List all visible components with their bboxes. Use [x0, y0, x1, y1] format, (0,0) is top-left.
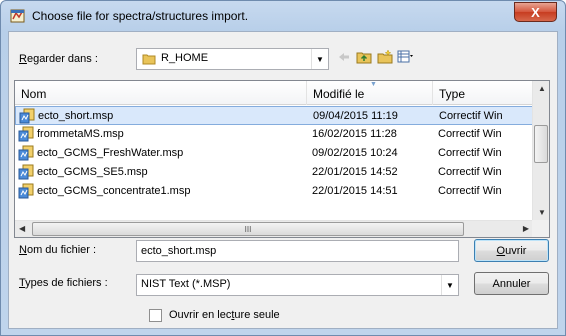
- folder-icon: [142, 54, 156, 65]
- msp-file-icon: [18, 183, 34, 199]
- cancel-button-label: Annuler: [492, 277, 531, 290]
- file-type: Correctif Win: [438, 166, 502, 178]
- list-header: Nom ▼ Modifié le Type: [15, 81, 535, 105]
- sort-descending-icon: ▼: [370, 81, 377, 88]
- up-folder-icon[interactable]: [356, 49, 372, 65]
- look-in-label: Regarder dans :: [19, 53, 98, 65]
- column-header-type[interactable]: Type: [433, 81, 535, 105]
- file-type: Correctif Win: [438, 185, 502, 197]
- close-icon: X: [531, 4, 540, 20]
- msp-file-icon: [18, 126, 34, 142]
- file-type: Correctif Win: [438, 128, 502, 140]
- window-title: Choose file for spectra/structures impor…: [32, 9, 249, 23]
- view-menu-icon[interactable]: [397, 49, 413, 65]
- scroll-down-icon[interactable]: ▼: [538, 208, 546, 217]
- readonly-label[interactable]: Ouvrir en lecture seule: [169, 309, 280, 321]
- open-button-label: Ouvrir: [496, 244, 527, 257]
- file-type: Correctif Win: [439, 110, 503, 122]
- column-header-modified-label: Modifié le: [313, 87, 365, 101]
- file-modified: 16/02/2015 11:28: [312, 128, 397, 140]
- chevron-down-icon[interactable]: ▼: [441, 275, 458, 295]
- file-list[interactable]: Nom ▼ Modifié le Type ecto_short.msp 09/0…: [14, 80, 550, 238]
- dialog-client-area: Regarder dans : R_HOME ▼ Nom ▼ Modifié l…: [8, 31, 558, 329]
- look-in-value: R_HOME: [161, 52, 209, 64]
- file-row[interactable]: ecto_GCMS_FreshWater.msp 09/02/2015 10:24…: [15, 144, 535, 163]
- file-modified: 22/01/2015 14:52: [312, 166, 398, 178]
- filename-input[interactable]: ecto_short.msp: [136, 240, 459, 262]
- app-icon: [10, 9, 25, 23]
- scroll-grip-icon: III: [244, 224, 252, 234]
- file-name: ecto_GCMS_concentrate1.msp: [37, 185, 191, 197]
- file-modified: 22/01/2015 14:51: [312, 185, 398, 197]
- column-header-modified[interactable]: ▼ Modifié le: [307, 81, 433, 105]
- column-header-type-label: Type: [439, 87, 466, 101]
- horizontal-scroll-thumb[interactable]: III: [32, 222, 464, 236]
- scroll-left-icon[interactable]: ◀: [19, 224, 25, 233]
- filename-value: ecto_short.msp: [141, 245, 217, 257]
- file-row[interactable]: frommetaMS.msp 16/02/2015 11:28 Correctif …: [15, 125, 535, 144]
- scroll-right-icon[interactable]: ▶: [523, 224, 529, 233]
- msp-file-icon: [18, 145, 34, 161]
- file-type: Correctif Win: [438, 147, 502, 159]
- file-dialog-window: Choose file for spectra/structures impor…: [0, 0, 566, 336]
- filetype-label: Types de fichiers :: [19, 277, 108, 289]
- file-modified: 09/04/2015 11:19: [313, 110, 398, 122]
- file-modified: 09/02/2015 10:24: [312, 147, 398, 159]
- filename-label: Nom du fichier :: [19, 244, 97, 256]
- scroll-corner: [532, 220, 549, 237]
- back-arrow-icon[interactable]: [336, 49, 352, 65]
- vertical-scrollbar[interactable]: ▲ ▼: [532, 81, 549, 220]
- close-button[interactable]: X: [514, 2, 557, 22]
- file-row[interactable]: ecto_GCMS_concentrate1.msp 22/01/2015 14:…: [15, 182, 535, 201]
- file-name: ecto_GCMS_FreshWater.msp: [37, 147, 184, 159]
- file-row[interactable]: ecto_GCMS_SE5.msp 22/01/2015 14:52 Correct…: [15, 163, 535, 182]
- column-header-name[interactable]: Nom: [15, 81, 307, 105]
- file-name: ecto_short.msp: [38, 110, 114, 122]
- horizontal-scrollbar[interactable]: ◀ III ▶: [15, 220, 533, 237]
- title-bar[interactable]: Choose file for spectra/structures impor…: [1, 1, 565, 31]
- vertical-scroll-thumb[interactable]: [534, 125, 548, 163]
- msp-file-icon: [18, 164, 34, 180]
- look-in-combo[interactable]: R_HOME ▼: [136, 48, 329, 70]
- new-folder-icon[interactable]: [377, 49, 393, 65]
- chevron-down-icon[interactable]: ▼: [311, 49, 328, 69]
- column-header-name-label: Nom: [21, 87, 47, 101]
- readonly-checkbox[interactable]: [149, 309, 162, 322]
- file-row[interactable]: ecto_short.msp 09/04/2015 11:19 Correctif …: [15, 106, 535, 125]
- filetype-combo[interactable]: NIST Text (*.MSP) ▼: [136, 274, 459, 296]
- filetype-value: NIST Text (*.MSP): [141, 278, 231, 290]
- open-button[interactable]: Ouvrir: [474, 239, 549, 262]
- scroll-up-icon[interactable]: ▲: [538, 84, 546, 93]
- cancel-button[interactable]: Annuler: [474, 272, 549, 295]
- file-name: ecto_GCMS_SE5.msp: [37, 166, 148, 178]
- msp-file-icon: [19, 108, 35, 124]
- file-name: frommetaMS.msp: [37, 128, 124, 140]
